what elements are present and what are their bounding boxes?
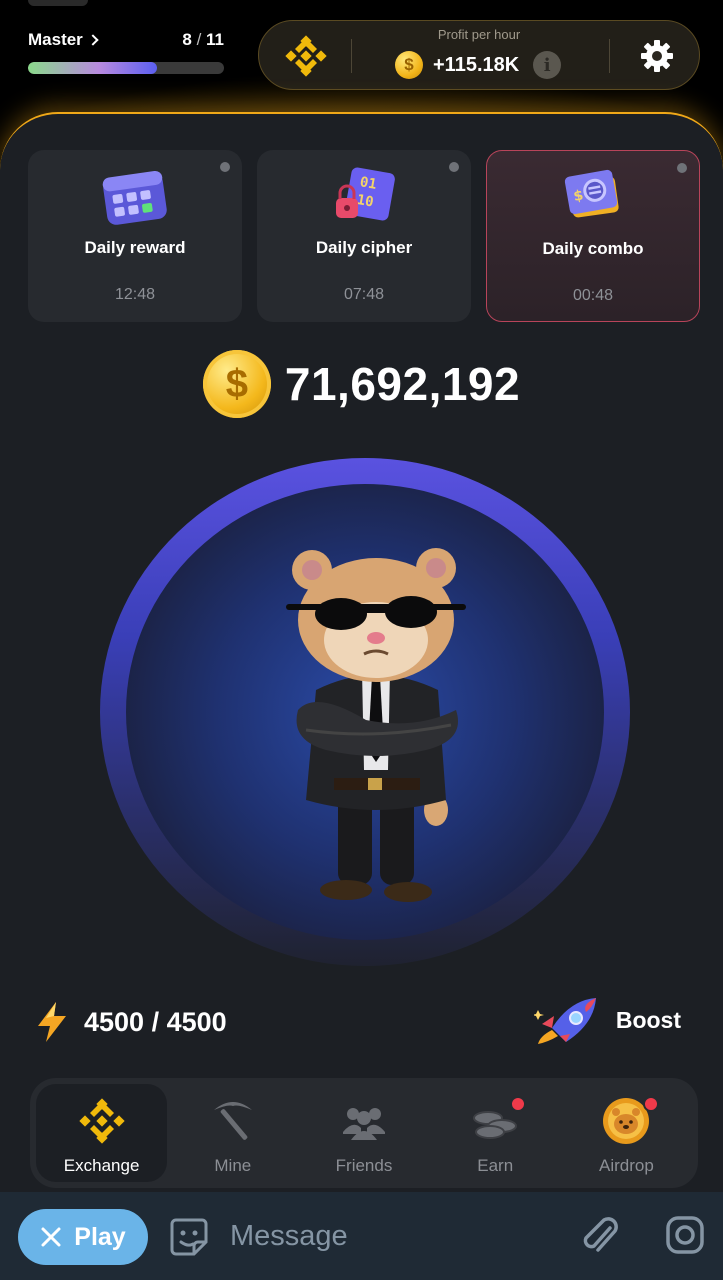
svg-text:10: 10	[355, 192, 374, 211]
energy-row: 4500 / 4500	[34, 1000, 227, 1044]
nav-item-exchange[interactable]: Exchange	[36, 1084, 168, 1182]
energy-value: 4500 / 4500	[84, 1006, 227, 1037]
level-progress-bar	[28, 62, 224, 74]
bottom-nav: Exchange Mine Friends Earn Airdrop	[30, 1078, 698, 1188]
status-dot	[449, 162, 459, 172]
level-progress-fill	[28, 62, 158, 74]
nav-item-earn[interactable]: Earn	[430, 1084, 561, 1182]
profit-value-row: $ +115.18K i	[395, 51, 562, 79]
paperclip-icon[interactable]	[580, 1214, 620, 1258]
nav-item-airdrop[interactable]: Airdrop	[561, 1084, 692, 1182]
card-title: Daily combo	[542, 239, 644, 258]
chat-bar: Play	[0, 1192, 723, 1280]
status-dot	[677, 163, 687, 173]
gear-icon[interactable]	[639, 38, 675, 74]
nav-label: Mine	[214, 1156, 252, 1175]
card-time: 00:48	[572, 287, 614, 304]
boost-label: Boost	[615, 1006, 681, 1033]
cipher-lock-icon: 0110	[336, 167, 395, 221]
rocket-icon	[533, 998, 596, 1044]
level-name[interactable]: Master	[28, 30, 99, 50]
daily-reward-card[interactable]: Daily reward 12:48	[28, 150, 242, 322]
info-icon[interactable]: i	[533, 51, 562, 79]
close-icon	[41, 1227, 61, 1247]
profit-pill: Profit per hour $ +115.18K i	[258, 20, 700, 90]
camera-icon[interactable]	[664, 1214, 706, 1256]
friends-icon	[343, 1108, 385, 1140]
nav-label: Earn	[477, 1156, 514, 1175]
nav-label: Airdrop	[599, 1156, 654, 1175]
tap-circle[interactable]	[100, 458, 630, 966]
status-dot	[220, 162, 230, 172]
coin-icon: $	[202, 350, 271, 418]
play-button[interactable]: Play	[18, 1209, 148, 1265]
level-current: 8	[182, 30, 192, 49]
level-total: 11	[206, 30, 224, 49]
lightning-icon	[38, 1002, 66, 1042]
card-title: Daily cipher	[315, 238, 413, 257]
nav-label: Friends	[335, 1156, 393, 1175]
hamster-ceo-icon[interactable]	[276, 540, 476, 920]
chevron-right-icon	[87, 34, 99, 46]
card-title: Daily reward	[84, 238, 186, 257]
notification-badge	[642, 1096, 659, 1112]
daily-combo-card[interactable]: $ Daily combo 00:48	[486, 150, 700, 322]
top-notch	[28, 0, 88, 6]
combo-cards-icon: $	[564, 169, 619, 218]
nav-label: Exchange	[63, 1156, 140, 1175]
pickaxe-icon	[213, 1102, 252, 1140]
boost-button[interactable]: Boost	[533, 994, 681, 1046]
message-input[interactable]	[230, 1212, 550, 1260]
level-name-text: Master	[28, 30, 83, 49]
level-count: 8 / 11	[182, 30, 224, 50]
nav-item-friends[interactable]: Friends	[298, 1084, 429, 1182]
card-time: 07:48	[343, 286, 385, 303]
profit-value: +115.18K	[433, 53, 520, 76]
play-label: Play	[74, 1222, 126, 1251]
nav-item-mine[interactable]: Mine	[167, 1084, 298, 1182]
notification-badge	[509, 1096, 526, 1112]
tap-circle-inner	[126, 484, 604, 940]
binance-icon	[78, 1098, 125, 1144]
sticker-icon[interactable]	[168, 1216, 210, 1258]
balance-row: $ 71,692,192	[0, 350, 723, 418]
calendar-icon	[102, 170, 167, 225]
pill-divider-right	[609, 39, 610, 73]
pill-divider-left	[351, 39, 352, 73]
coin-icon: $	[395, 51, 423, 79]
balance-amount: 71,692,192	[284, 358, 521, 410]
svg-text:01: 01	[359, 174, 378, 193]
daily-cipher-card[interactable]: 01 10 Daily cipher 07:48	[257, 150, 471, 322]
profit-label: Profit per hour	[437, 27, 521, 42]
level-block[interactable]: Master 8 / 11	[28, 30, 224, 74]
card-time: 12:48	[114, 286, 156, 303]
level-separator: /	[191, 30, 207, 49]
